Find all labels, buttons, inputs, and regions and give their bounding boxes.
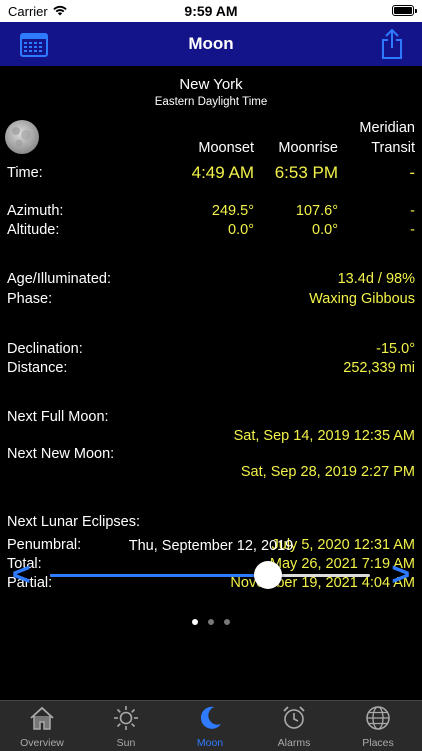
status-bar: Carrier 9:59 AM [0, 0, 422, 22]
header-moonset: Moonset [198, 140, 254, 156]
moonrise-time: 6:53 PM [274, 163, 338, 182]
tab-bar: Overview Sun Moon Alarms Places [0, 700, 422, 751]
status-time: 9:59 AM [184, 3, 238, 19]
moon-icon [200, 706, 221, 729]
sun-icon [114, 706, 138, 730]
next-new-moon-value: Sat, Sep 28, 2019 2:27 PM [240, 464, 415, 480]
navigation-bar: Moon [0, 22, 422, 66]
date-slider-fill [50, 574, 268, 577]
next-full-moon-value: Sat, Sep 14, 2019 12:35 AM [233, 428, 415, 444]
transit-altitude: - [410, 222, 415, 238]
house-icon [30, 706, 54, 730]
date-slider-thumb[interactable] [253, 561, 282, 589]
lunar-eclipses-label: Next Lunar Eclipses: [7, 514, 140, 530]
tab-overview-label: Overview [20, 737, 64, 749]
distance-value: 252,339 mi [343, 360, 415, 376]
date-slider-track[interactable] [50, 574, 370, 577]
tab-sun[interactable]: Sun [84, 701, 168, 751]
tab-alarms-label: Alarms [277, 737, 311, 749]
globe-icon [366, 706, 390, 730]
azimuth-label: Azimuth: [7, 203, 64, 219]
declination-value: -15.0° [376, 341, 415, 357]
page-indicator[interactable] [0, 612, 422, 630]
battery-icon [392, 5, 417, 16]
declination-label: Declination: [7, 341, 83, 357]
location-timezone: Eastern Daylight Time [154, 96, 268, 108]
moonrise-azimuth: 107.6° [295, 203, 338, 219]
page-dot[interactable] [208, 619, 214, 625]
share-icon[interactable] [380, 28, 404, 60]
phase-value: Waxing Gibbous [309, 291, 415, 307]
location-city: New York [179, 76, 243, 93]
page-dot[interactable] [224, 619, 230, 625]
header-moonrise: Moonrise [278, 140, 338, 156]
moonset-azimuth: 249.5° [211, 203, 254, 219]
page-title: Moon [188, 34, 234, 53]
age-label: Age/Illuminated: [7, 271, 111, 287]
moonrise-altitude: 0.0° [312, 222, 338, 238]
selected-date: Thu, September 12, 2019 [128, 538, 294, 554]
tab-places[interactable]: Places [336, 701, 420, 751]
header-transit: Transit [371, 140, 415, 156]
tab-sun-label: Sun [116, 737, 136, 749]
distance-label: Distance: [7, 360, 68, 376]
moon-phase-icon [5, 120, 39, 154]
moonset-altitude: 0.0° [228, 222, 254, 238]
alarm-clock-icon [283, 706, 305, 729]
tab-alarms[interactable]: Alarms [252, 701, 336, 751]
header-meridian: Meridian [359, 120, 415, 136]
page-dot[interactable] [192, 619, 198, 625]
moonset-time: 4:49 AM [191, 163, 254, 182]
tab-overview[interactable]: Overview [0, 701, 84, 751]
transit-time: - [409, 163, 415, 182]
age-value: 13.4d / 98% [337, 271, 415, 287]
next-new-moon-label: Next New Moon: [7, 446, 115, 462]
phase-label: Phase: [7, 291, 53, 307]
next-day-button[interactable]: > [391, 556, 410, 593]
altitude-label: Altitude: [7, 222, 60, 238]
time-label: Time: [7, 165, 43, 181]
previous-day-button[interactable]: < [12, 556, 31, 593]
transit-azimuth: - [410, 203, 415, 219]
tab-moon-label: Moon [196, 737, 224, 749]
tab-places-label: Places [362, 737, 394, 749]
tab-moon[interactable]: Moon [168, 701, 252, 751]
next-full-moon-label: Next Full Moon: [7, 409, 109, 425]
